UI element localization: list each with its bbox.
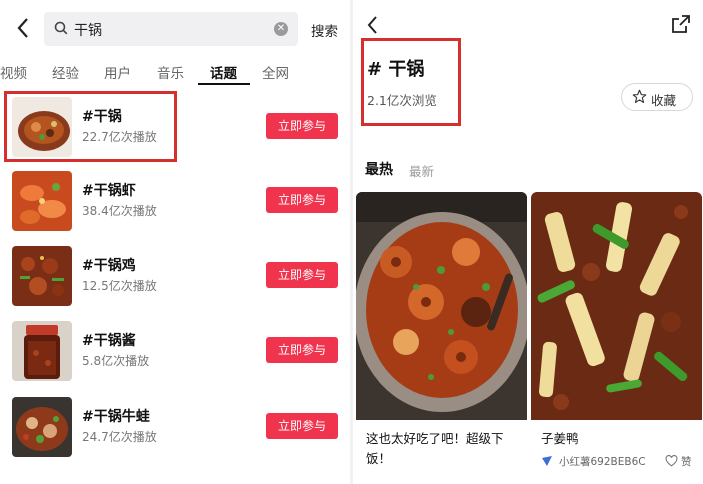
search-button[interactable]: 搜索 [311,20,338,40]
join-button[interactable]: 立即参与 [266,337,338,363]
topic-thumbnail [12,397,72,457]
search-results-panel: 干锅 ✕ 搜索 视频 经验 用户 音乐 话题 全网 #干锅 22.7亿次播放 立… [0,0,350,484]
tab-topics[interactable]: 话题 [210,62,237,82]
topic-row[interactable]: #干锅酱 5.8亿次播放 立即参与 [0,321,350,385]
heart-icon[interactable] [665,455,678,467]
topic-row[interactable]: #干锅牛蛙 24.7亿次播放 立即参与 [0,397,350,461]
topic-plays: 12.5亿次播放 [82,279,157,293]
tab-experience[interactable]: 经验 [52,62,79,82]
share-icon[interactable] [671,14,691,34]
post-image [531,192,702,420]
topic-title: #干锅鸡 [82,258,136,274]
highlight-box [4,91,177,162]
topic-plays: 5.8亿次播放 [82,354,150,368]
post-image [356,192,527,420]
post-card[interactable]: 子姜鸭 小红薯692BEB6C 赞 [531,192,702,484]
star-icon [632,89,647,103]
join-button[interactable]: 立即参与 [266,113,338,139]
search-query[interactable]: 干锅 [74,20,102,40]
join-button[interactable]: 立即参与 [266,187,338,213]
back-arrow-icon[interactable] [365,14,381,36]
topic-detail-panel: # 干锅 2.1亿次浏览 收藏 最热 最新 这也太好吃了吧！超级下饭！ 子姜鸭 … [353,0,703,484]
topic-thumbnail [12,171,72,231]
topic-thumbnail [12,246,72,306]
favorite-button[interactable]: 收藏 [621,83,693,111]
post-caption: 子姜鸭 [541,431,579,446]
topic-plays: 38.4亿次播放 [82,204,157,218]
sort-new-tab[interactable]: 最新 [409,161,434,180]
topic-row[interactable]: #干锅鸡 12.5亿次播放 立即参与 [0,246,350,310]
post-caption: 这也太好吃了吧！超级下饭！ [366,431,504,466]
tab-users[interactable]: 用户 [104,62,131,82]
sort-hot-tab[interactable]: 最热 [365,159,393,179]
favorite-label: 收藏 [651,93,677,108]
search-input[interactable]: 干锅 ✕ [44,12,298,46]
topic-plays: 24.7亿次播放 [82,430,157,444]
author-name[interactable]: 小红薯692BEB6C [559,454,646,469]
avatar[interactable] [541,455,553,467]
tab-all-web[interactable]: 全网 [262,62,289,82]
clear-icon[interactable]: ✕ [274,22,288,36]
topic-title: #干锅酱 [82,333,136,349]
join-button[interactable]: 立即参与 [266,262,338,288]
topic-title: #干锅虾 [82,183,136,199]
search-icon [54,21,68,35]
tab-video[interactable]: 视频 [0,62,27,82]
tab-music[interactable]: 音乐 [157,62,184,82]
active-tab-indicator [198,83,250,85]
like-label[interactable]: 赞 [681,454,692,469]
join-button[interactable]: 立即参与 [266,413,338,439]
result-tabs: 视频 经验 用户 音乐 话题 全网 [0,58,350,86]
highlight-box [361,38,461,126]
topic-thumbnail [12,321,72,381]
topic-title: #干锅牛蛙 [82,409,150,425]
topic-row[interactable]: #干锅虾 38.4亿次播放 立即参与 [0,171,350,235]
back-arrow-icon[interactable] [14,16,34,40]
post-card[interactable]: 这也太好吃了吧！超级下饭！ [356,192,527,484]
